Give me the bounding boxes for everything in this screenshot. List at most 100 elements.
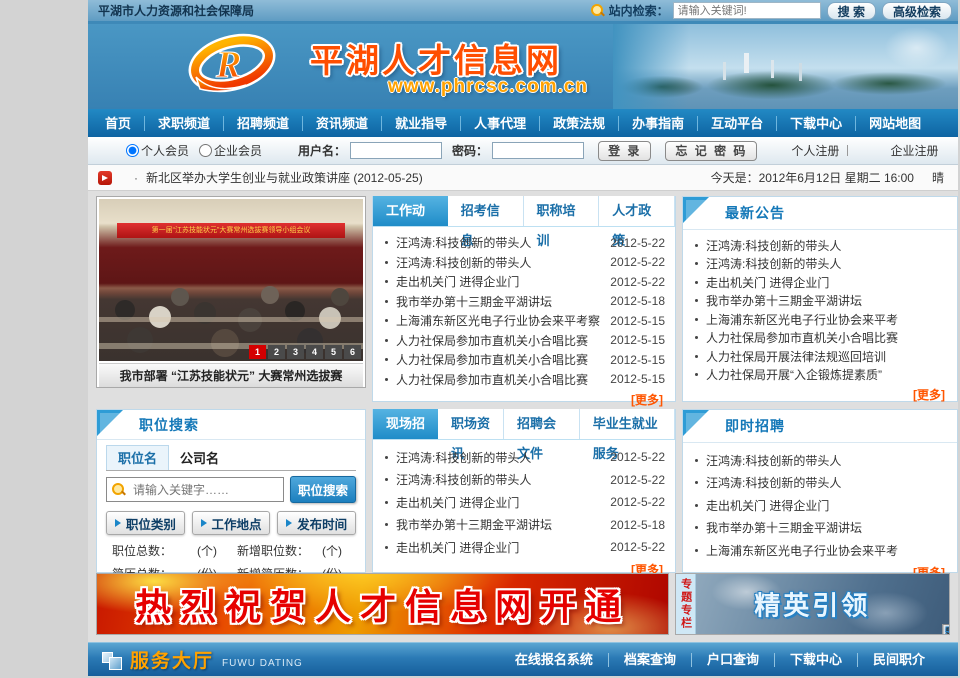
news-title[interactable]: 汪鸿涛:科技创新的带头人 <box>396 449 602 466</box>
photo-page-button[interactable]: 2 <box>268 345 285 359</box>
news-title[interactable]: 我市举办第十三期金平湖讲坛 <box>706 519 947 536</box>
news-row[interactable]: 人力社保局参加市直机关小合唱比赛 2012-5-15 <box>385 331 665 351</box>
tab[interactable]: 职场资讯 <box>438 409 504 439</box>
nav-item[interactable]: 网站地图 <box>855 116 934 131</box>
news-row[interactable]: 人力社保局开展“入企锻炼提素质” <box>695 366 947 385</box>
news-title[interactable]: 人力社保局参加市直机关小合唱比赛 <box>396 371 602 388</box>
news-title[interactable]: 人力社保局参加市直机关小合唱比赛 <box>706 329 947 346</box>
member-type-company[interactable]: 企业会员 <box>199 142 262 159</box>
photo-page-button[interactable]: 1 <box>249 345 266 359</box>
tab[interactable]: 工作动态 <box>373 196 448 226</box>
nav-item[interactable]: 就业指导 <box>381 116 460 131</box>
news-title[interactable]: 汪鸿涛:科技创新的带头人 <box>706 452 947 469</box>
tab[interactable]: 招聘会文件 <box>504 409 580 439</box>
photo-page-button[interactable]: 4 <box>306 345 323 359</box>
company-member-radio[interactable] <box>199 144 212 157</box>
photo-caption[interactable]: 我市部署 “江苏技能状元” 大赛常州选拔赛 <box>99 363 363 387</box>
news-row[interactable]: 我市举办第十三期金平湖讲坛 <box>695 517 947 540</box>
side-page-button[interactable]: 5 <box>942 624 949 634</box>
news-title[interactable]: 汪鸿涛:科技创新的带头人 <box>706 474 947 491</box>
nav-item[interactable]: 招聘频道 <box>223 116 302 131</box>
news-title[interactable]: 汪鸿涛:科技创新的带头人 <box>396 471 602 488</box>
login-button[interactable]: 登 录 <box>598 141 651 161</box>
news-title[interactable]: 上海浦东新区光电子行业协会来平考 <box>706 311 947 328</box>
member-type-personal[interactable]: 个人会员 <box>126 142 189 159</box>
news-row[interactable]: 人力社保局开展法律法规巡回培训 <box>695 347 947 366</box>
company-register-link[interactable]: 企业注册 <box>890 142 938 159</box>
news-title[interactable]: 走出机关门 进得企业门 <box>396 273 602 290</box>
news-row[interactable]: 汪鸿涛:科技创新的带头人 <box>695 449 947 472</box>
filter-button[interactable]: 工作地点 <box>192 511 271 535</box>
nav-item[interactable]: 办事指南 <box>618 116 697 131</box>
news-row[interactable]: 汪鸿涛:科技创新的带头人 <box>695 255 947 274</box>
news-row[interactable]: 我市举办第十三期金平湖讲坛 2012-5-18 <box>385 292 665 312</box>
tab-company-name[interactable]: 公司名 <box>169 446 230 470</box>
tab[interactable]: 招考信息 <box>448 196 524 226</box>
forgot-password-button[interactable]: 忘 记 密 码 <box>665 141 757 161</box>
job-search-button[interactable]: 职位搜索 <box>290 476 356 503</box>
photo-page-button[interactable]: 3 <box>287 345 304 359</box>
news-title[interactable]: 人力社保局参加市直机关小合唱比赛 <box>396 351 602 368</box>
news-photo[interactable]: 第一届“江苏技能状元”大赛常州选拔赛领导小组会议 123456 <box>99 199 363 361</box>
tab[interactable]: 毕业生就业服务 <box>580 409 675 439</box>
news-title[interactable]: 上海浦东新区光电子行业协会来平考察 <box>396 312 602 329</box>
news-title[interactable]: 走出机关门 进得企业门 <box>396 539 602 556</box>
more-link[interactable]: [更多] <box>373 389 675 408</box>
photo-page-button[interactable]: 6 <box>344 345 361 359</box>
nav-item[interactable]: 政策法规 <box>539 116 618 131</box>
news-row[interactable]: 走出机关门 进得企业门 2012-5-22 <box>385 491 665 514</box>
ticker-headline[interactable]: 新北区举办大学生创业与就业政策讲座 (2012-05-25) <box>146 169 423 186</box>
news-row[interactable]: 人力社保局参加市直机关小合唱比赛 <box>695 329 947 348</box>
news-title[interactable]: 我市举办第十三期金平湖讲坛 <box>396 293 602 310</box>
news-row[interactable]: 汪鸿涛:科技创新的带头人 2012-5-22 <box>385 233 665 253</box>
news-title[interactable]: 汪鸿涛:科技创新的带头人 <box>706 237 947 254</box>
news-row[interactable]: 汪鸿涛:科技创新的带头人 2012-5-22 <box>385 469 665 492</box>
news-title[interactable]: 人力社保局开展法律法规巡回培训 <box>706 348 947 365</box>
tab-position-name[interactable]: 职位名 <box>106 445 169 470</box>
tab[interactable]: 职称培训 <box>524 196 600 226</box>
nav-item[interactable]: 下载中心 <box>776 116 855 131</box>
news-row[interactable]: 人力社保局参加市直机关小合唱比赛 2012-5-15 <box>385 370 665 390</box>
tab[interactable]: 现场招聘 <box>373 409 438 439</box>
photo-page-button[interactable]: 5 <box>325 345 342 359</box>
news-title[interactable]: 人力社保局开展“入企锻炼提素质” <box>706 366 947 383</box>
site-search-input[interactable] <box>673 2 821 19</box>
news-title[interactable]: 汪鸿涛:科技创新的带头人 <box>706 255 947 272</box>
news-title[interactable]: 走出机关门 进得企业门 <box>706 497 947 514</box>
search-button[interactable]: 搜 索 <box>827 2 876 20</box>
username-field[interactable] <box>350 142 442 159</box>
footer-link[interactable]: 民间职介 <box>857 653 940 667</box>
news-row[interactable]: 人力社保局参加市直机关小合唱比赛 2012-5-15 <box>385 350 665 370</box>
news-row[interactable]: 走出机关门 进得企业门 2012-5-22 <box>385 272 665 292</box>
footer-link[interactable]: 档案查询 <box>608 653 691 667</box>
news-row[interactable]: 走出机关门 进得企业门 <box>695 494 947 517</box>
news-row[interactable]: 上海浦东新区光电子行业协会来平考 <box>695 539 947 562</box>
tab[interactable]: 人才政策 <box>599 196 675 226</box>
news-title[interactable]: 汪鸿涛:科技创新的带头人 <box>396 234 602 251</box>
news-row[interactable]: 上海浦东新区光电子行业协会来平考 <box>695 310 947 329</box>
news-row[interactable]: 上海浦东新区光电子行业协会来平考察 2012-5-15 <box>385 311 665 331</box>
footer-link[interactable]: 下载中心 <box>774 653 857 667</box>
news-title[interactable]: 我市举办第十三期金平湖讲坛 <box>396 516 602 533</box>
news-row[interactable]: 走出机关门 进得企业门 2012-5-22 <box>385 536 665 559</box>
filter-button[interactable]: 发布时间 <box>277 511 356 535</box>
news-title[interactable]: 我市举办第十三期金平湖讲坛 <box>706 292 947 309</box>
nav-item[interactable]: 求职频道 <box>144 116 223 131</box>
personal-register-link[interactable]: 个人注册 <box>791 142 839 159</box>
filter-button[interactable]: 职位类别 <box>106 511 185 535</box>
more-link[interactable]: [更多] <box>683 384 957 403</box>
news-row[interactable]: 汪鸿涛:科技创新的带头人 <box>695 472 947 495</box>
news-row[interactable]: 我市举办第十三期金平湖讲坛 2012-5-18 <box>385 514 665 537</box>
news-row[interactable]: 汪鸿涛:科技创新的带头人 <box>695 236 947 255</box>
footer-link[interactable]: 户口查询 <box>691 653 774 667</box>
nav-item[interactable]: 人事代理 <box>460 116 539 131</box>
news-title[interactable]: 人力社保局参加市直机关小合唱比赛 <box>396 332 602 349</box>
nav-item[interactable]: 互动平台 <box>697 116 776 131</box>
advanced-search-button[interactable]: 高级检索 <box>882 2 952 20</box>
news-title[interactable]: 汪鸿涛:科技创新的带头人 <box>396 254 602 271</box>
side-banner-photo[interactable]: 精英引领 12345 <box>696 574 949 634</box>
keyword-input[interactable] <box>106 477 284 502</box>
footer-link[interactable]: 在线报名系统 <box>500 653 608 667</box>
news-title[interactable]: 走出机关门 进得企业门 <box>706 274 947 291</box>
news-row[interactable]: 汪鸿涛:科技创新的带头人 2012-5-22 <box>385 446 665 469</box>
